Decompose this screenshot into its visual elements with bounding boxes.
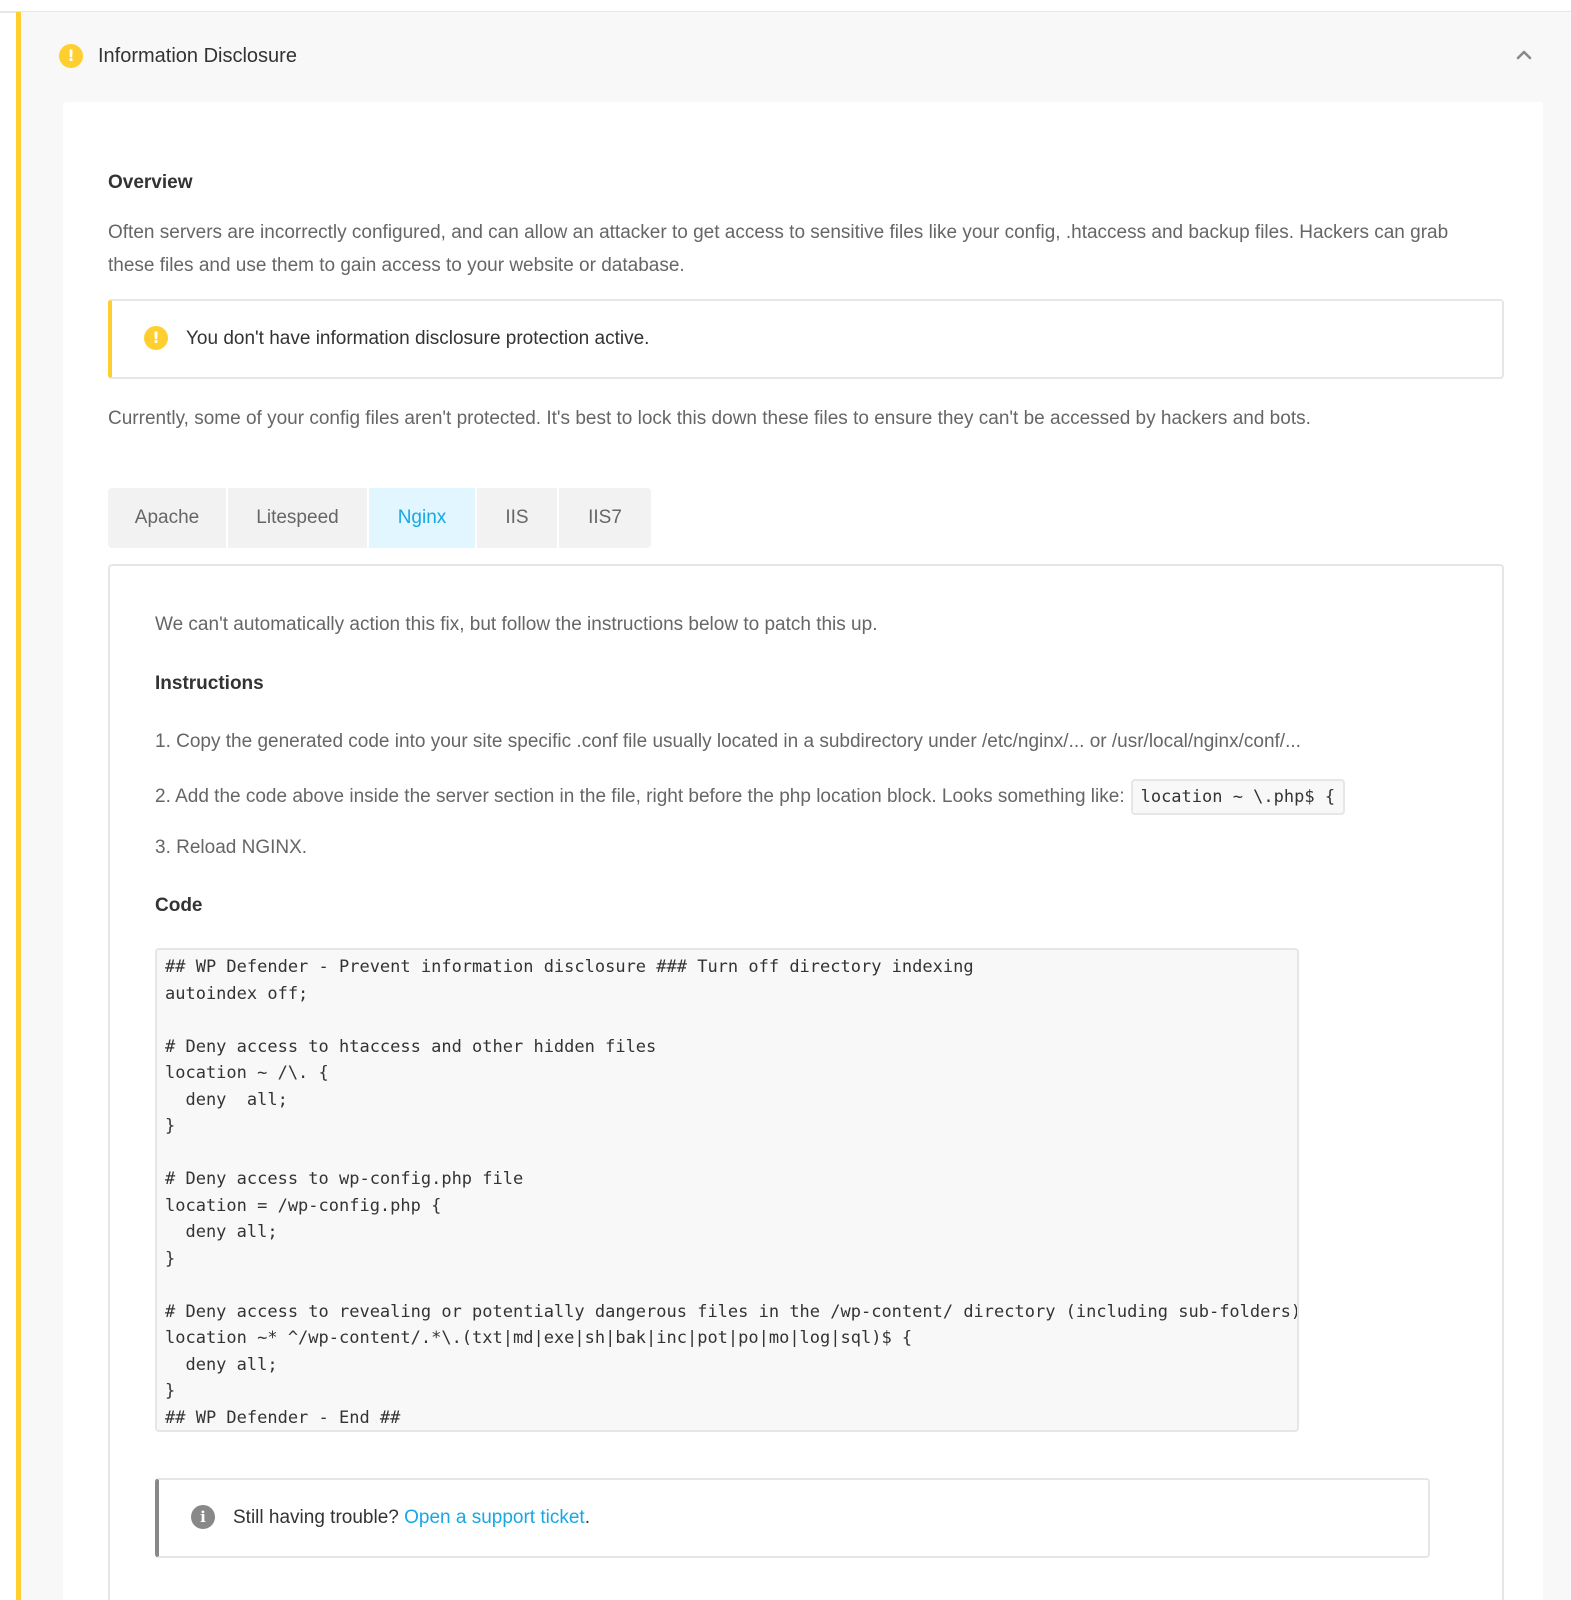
- issue-body: Overview Often servers are incorrectly c…: [63, 102, 1543, 1600]
- info-icon: i: [191, 1505, 215, 1529]
- code-block[interactable]: ## WP Defender - Prevent information dis…: [155, 948, 1299, 1432]
- support-notice: i Still having trouble? Open a support t…: [155, 1478, 1430, 1558]
- issue-panel: ! Information Disclosure Overview Often …: [16, 12, 1571, 1600]
- instruction-step-text: 2. Add the code above inside the server …: [155, 786, 1125, 808]
- tab-nginx[interactable]: Nginx: [369, 488, 477, 548]
- server-tabs: Apache Litespeed Nginx IIS IIS7: [108, 488, 651, 548]
- warning-icon: !: [144, 326, 168, 350]
- tab-apache[interactable]: Apache: [108, 488, 228, 548]
- support-suffix: .: [584, 1507, 590, 1528]
- instruction-step: 3. Reload NGINX.: [155, 837, 308, 858]
- issue-header[interactable]: ! Information Disclosure: [21, 12, 1571, 102]
- warning-icon: !: [59, 44, 83, 68]
- chevron-up-icon[interactable]: [1515, 46, 1533, 64]
- fix-intro: We can't automatically action this fix, …: [155, 614, 878, 635]
- code-heading: Code: [155, 895, 203, 916]
- instruction-step: 1. Copy the generated code into your sit…: [155, 731, 1301, 752]
- issue-title: Information Disclosure: [98, 45, 297, 67]
- tab-litespeed[interactable]: Litespeed: [228, 488, 369, 548]
- instructions-heading: Instructions: [155, 673, 264, 694]
- overview-description: Often servers are incorrectly configured…: [108, 222, 1449, 276]
- status-description: Currently, some of your config files are…: [108, 408, 1311, 429]
- code-text[interactable]: ## WP Defender - Prevent information dis…: [165, 954, 1297, 1430]
- support-ticket-link[interactable]: Open a support ticket: [404, 1507, 585, 1528]
- warning-notice-text: You don't have information disclosure pr…: [186, 328, 650, 349]
- warning-notice: ! You don't have information disclosure …: [108, 299, 1504, 379]
- support-prefix: Still having trouble?: [233, 1507, 405, 1528]
- tab-iis7[interactable]: IIS7: [559, 488, 651, 548]
- overview-heading: Overview: [108, 172, 193, 193]
- tab-iis[interactable]: IIS: [477, 488, 559, 548]
- instruction-step: 2. Add the code above inside the server …: [155, 779, 1346, 815]
- inline-code: location ~ \.php$ {: [1130, 779, 1346, 815]
- support-text: Still having trouble? Open a support tic…: [233, 1505, 590, 1531]
- tab-content-nginx: We can't automatically action this fix, …: [108, 564, 1504, 1600]
